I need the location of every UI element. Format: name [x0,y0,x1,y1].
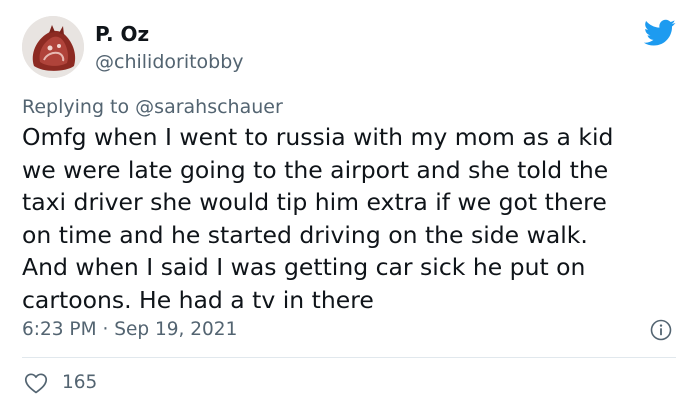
reply-mention-link[interactable]: @sarahschauer [135,96,283,118]
reply-prefix: Replying to [22,96,130,118]
tweet-date: Sep 19, 2021 [114,319,238,340]
tweet-text-line: Omfg when I went to russia with my mom a… [22,123,614,151]
tweet-text-line: cartoons. He had a tv in there [22,285,374,314]
tweet-text-line: taxi driver she would tip him extra if w… [22,188,607,216]
divider [22,357,676,358]
timestamp-separator: · [102,319,109,340]
tweet-card: P. Oz @chilidoritobby Replying to @sarah… [0,0,700,410]
author-handle[interactable]: @chilidoritobby [95,50,244,74]
like-count: 165 [62,372,98,393]
info-icon[interactable] [650,319,672,341]
twitter-bird-icon[interactable] [644,19,676,47]
avatar[interactable] [22,16,84,78]
avatar-image [22,16,84,78]
tweet-time: 6:23 PM [22,319,97,340]
tweet-timestamp[interactable]: 6:23 PM · Sep 19, 2021 [22,318,237,342]
tweet-text: Omfg when I went to russia with my mom a… [22,121,682,316]
heart-icon[interactable] [24,372,48,394]
tweet-text-line: we were late going to the airport and sh… [22,155,609,184]
author-name[interactable]: P. Oz [95,22,149,46]
tweet-text-line: And when I said I was getting car sick h… [22,253,586,281]
reply-context: Replying to @sarahschauer [22,95,283,119]
tweet-text-line: on time and he started driving on the si… [22,220,588,249]
